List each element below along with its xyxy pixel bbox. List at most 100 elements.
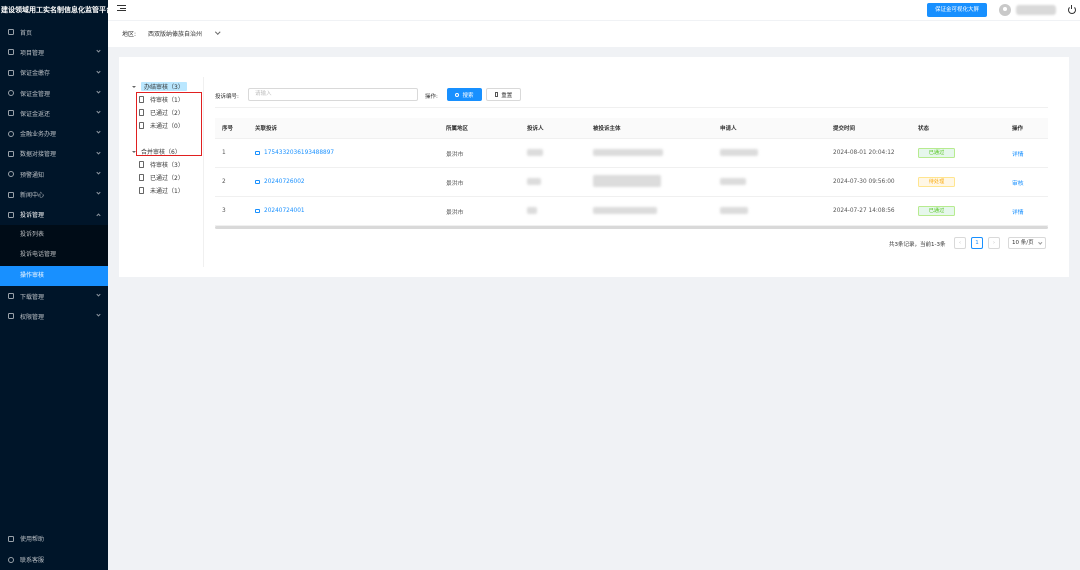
row-complainant-redacted (527, 177, 593, 187)
menu-fold-icon[interactable] (117, 5, 126, 14)
sidebar-item-deposit[interactable]: 保证金缴存 (0, 63, 108, 83)
review-table: 序号 关联投诉 所属地区 投诉人 被投诉主体 申请人 提交时间 状态 操作 1 … (215, 118, 1048, 226)
chart-icon (8, 150, 14, 157)
row-subject-redacted (593, 206, 720, 216)
complaint-no-input[interactable]: 请输入 (248, 88, 418, 101)
link-icon (255, 180, 260, 184)
sidebar-item-label: 保证金管理 (20, 90, 51, 98)
row-area: 景洪市 (446, 151, 464, 158)
status-badge: 已通过 (918, 206, 955, 216)
news-icon (8, 191, 14, 198)
table-row: 2 20240726002 景洪市 2024-07-30 09:56:00 待处… (215, 168, 1048, 197)
sidebar-item-label: 权限管理 (20, 313, 45, 321)
sidebar-item-data[interactable]: 数据对接管理 (0, 144, 108, 164)
prev-page-button[interactable]: ‹ (954, 237, 966, 249)
region-bar: 地区: 西双版纳傣族自治州 (108, 21, 1080, 47)
deposit-icon (8, 69, 14, 76)
detail-link[interactable]: 详情 (1012, 149, 1048, 158)
finance-icon (8, 130, 14, 137)
sidebar-item-label: 下载管理 (20, 293, 45, 301)
col-header-status: 状态 (918, 126, 930, 132)
divider (215, 107, 1048, 108)
sidebar-item-label: 新闻中心 (20, 192, 45, 200)
complaint-no-label: 投诉编号: (215, 94, 239, 100)
row-complainant-redacted (527, 206, 593, 216)
tree-leaf[interactable]: 待审核（3） (139, 160, 184, 169)
tree-leaf[interactable]: 未通过（0） (139, 121, 184, 130)
complaint-submenu: 投诉列表 投诉电话管理 操作审核 (0, 224, 108, 286)
sidebar-item-finance[interactable]: 金融业务办理 (0, 123, 108, 143)
home-icon (8, 29, 14, 36)
sidebar-subitem-complaint-list[interactable]: 投诉列表 (0, 225, 108, 245)
help-icon (8, 535, 14, 542)
sidebar-item-complaint[interactable]: 投诉管理 (0, 205, 108, 225)
sidebar-item-download[interactable]: 下载管理 (0, 286, 108, 306)
sidebar-subitem-operation-review[interactable]: 操作审核 (0, 265, 108, 286)
top-header: 保证金可视化大屏 (108, 0, 1080, 20)
row-subject-redacted (593, 148, 720, 158)
sidebar-item-news[interactable]: 新闻中心 (0, 184, 108, 204)
chevron-down-icon[interactable] (215, 29, 221, 35)
tree-group-merge[interactable]: 合并审核（6） (132, 147, 181, 156)
next-page-button[interactable]: › (988, 237, 1000, 249)
tree-leaf[interactable]: 待审核（1） (139, 95, 184, 104)
file-icon (139, 122, 144, 129)
col-header-area: 所属地区 (446, 126, 469, 132)
sidebar-item-label: 预警通知 (20, 171, 45, 179)
sidebar-item-home[interactable]: 首页 (0, 22, 108, 42)
complaint-icon (8, 211, 14, 218)
sidebar-item-service[interactable]: 联系客服 (0, 549, 108, 570)
search-button[interactable]: 搜索 (447, 88, 482, 101)
status-badge: 待处理 (918, 177, 955, 187)
review-link[interactable]: 审核 (1012, 178, 1048, 187)
tree-leaf[interactable]: 已通过（2） (139, 173, 184, 182)
bigscreen-button[interactable]: 保证金可视化大屏 (927, 3, 987, 17)
sidebar-item-label: 项目管理 (20, 49, 45, 57)
row-seq: 2 (222, 179, 226, 185)
sidebar-item-permission[interactable]: 权限管理 (0, 306, 108, 326)
logout-icon[interactable] (1068, 4, 1076, 14)
row-seq: 1 (222, 150, 226, 156)
sidebar-item-warning[interactable]: 预警通知 (0, 164, 108, 184)
chevron-down-icon (96, 129, 101, 135)
avatar[interactable] (999, 4, 1011, 16)
row-status: 已通过 (918, 148, 1012, 158)
page-number-button[interactable]: 1 (971, 237, 983, 249)
sidebar-item-deposit-return[interactable]: 保证金返还 (0, 103, 108, 123)
col-header-complaint: 关联投诉 (255, 126, 278, 132)
col-header-subject: 被投诉主体 (593, 126, 621, 132)
lock-icon (8, 313, 14, 320)
col-header-op: 操作 (1012, 126, 1024, 132)
tree-leaf[interactable]: 未通过（1） (139, 186, 184, 195)
tree-leaf-label: 已通过（2） (150, 110, 184, 117)
file-icon (139, 161, 144, 168)
tree-leaf-label: 未通过（1） (150, 188, 184, 195)
page-size-select[interactable]: 10 条/页 (1008, 237, 1046, 249)
complaint-link[interactable]: 20240726002 (249, 179, 446, 185)
sidebar-item-deposit-manage[interactable]: 保证金管理 (0, 83, 108, 103)
sidebar-item-label: 投诉管理 (20, 212, 45, 220)
sidebar-item-label: 保证金缴存 (20, 70, 51, 78)
complaint-link[interactable]: 20240724001 (249, 208, 446, 214)
chevron-down-icon (96, 68, 101, 74)
region-select[interactable]: 西双版纳傣族自治州 (148, 29, 202, 38)
reset-button[interactable]: 重置 (486, 88, 521, 101)
table-header: 序号 关联投诉 所属地区 投诉人 被投诉主体 申请人 提交时间 状态 操作 (215, 118, 1048, 139)
tree-leaf-label: 待审核（3） (150, 162, 184, 169)
table-scrollbar[interactable] (215, 226, 1048, 229)
tree-group-label: 办结审核（3） (141, 82, 187, 91)
tree-group-close[interactable]: 办结审核（3） (132, 82, 187, 91)
link-icon (255, 151, 260, 155)
col-header-applicant: 申请人 (720, 126, 737, 132)
sidebar-item-help[interactable]: 使用帮助 (0, 528, 108, 549)
caret-down-icon (132, 85, 136, 88)
sidebar-subitem-complaint-phone[interactable]: 投诉电话管理 (0, 245, 108, 265)
sidebar-item-project[interactable]: 项目管理 (0, 42, 108, 62)
detail-link[interactable]: 详情 (1012, 207, 1048, 216)
username-redacted[interactable] (1016, 5, 1056, 15)
app-logo: 建设领域用工实名制信息化监管平台 (1, 6, 108, 14)
sidebar: 建设领域用工实名制信息化监管平台 首页 项目管理 保证金缴存 保证金管理 保证金… (0, 0, 108, 570)
sidebar-bottom: 使用帮助 联系客服 (0, 528, 108, 570)
tree-leaf[interactable]: 已通过（2） (139, 108, 184, 117)
complaint-link[interactable]: 1754332036193488897 (249, 150, 446, 156)
